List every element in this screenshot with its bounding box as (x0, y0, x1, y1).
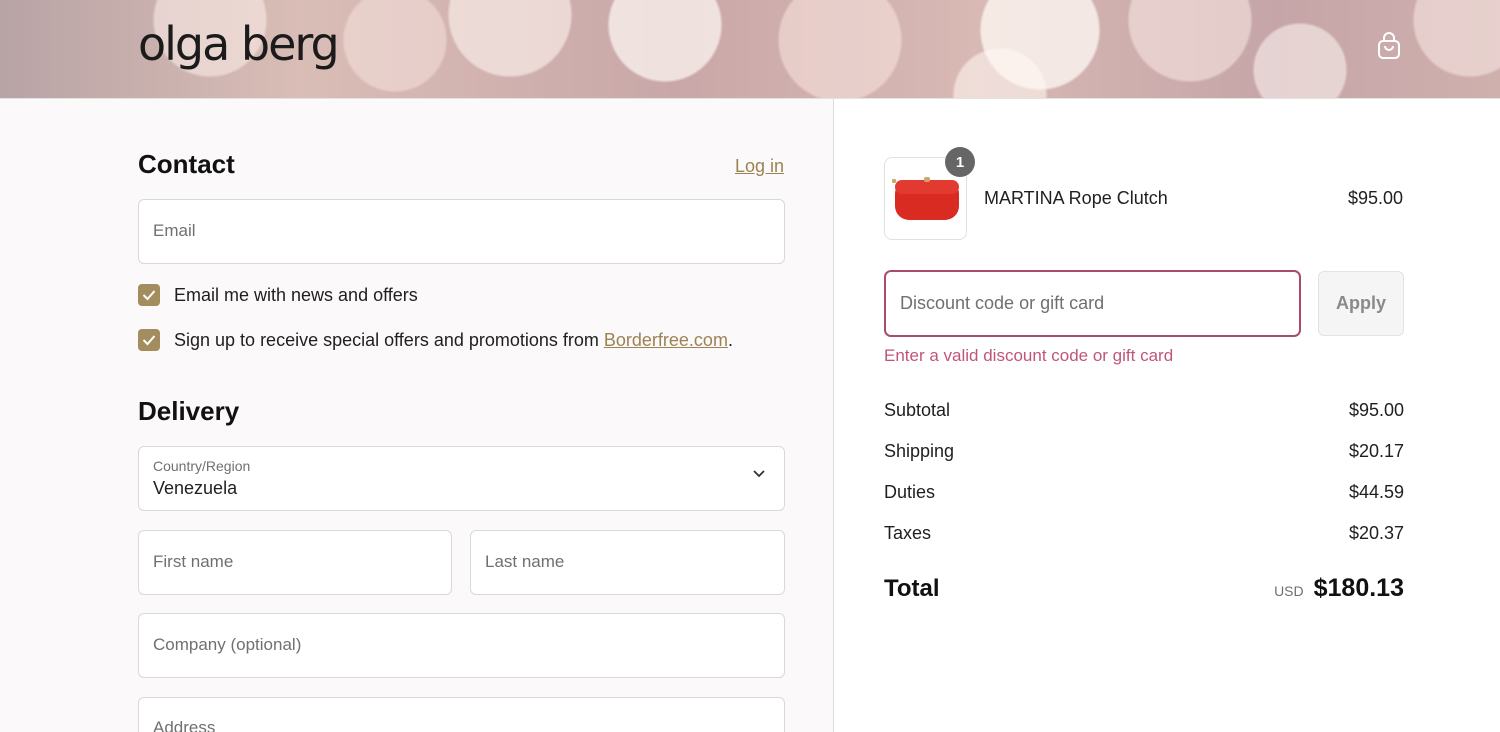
promo-label-end: . (727, 329, 733, 350)
login-link[interactable]: Log in (735, 156, 784, 177)
total-label: Total (884, 575, 940, 602)
contact-heading: Contact (138, 149, 235, 179)
discount-error-message: Enter a valid discount code or gift card (884, 346, 1174, 365)
summary-label: Shipping (884, 441, 955, 461)
summary-label: Taxes (884, 523, 932, 543)
red-clutch-image (891, 176, 959, 220)
summary-label: Duties (884, 482, 936, 502)
news-checkbox-row[interactable]: Email me with news and offers (138, 284, 418, 306)
checkout-form: Contact Log in Email Email me with news … (0, 99, 834, 732)
summary-row-subtotal: Subtotal $95.00 (884, 400, 1404, 421)
email-placeholder: Email (153, 221, 196, 240)
summary-value: $20.17 (1348, 441, 1404, 461)
product-name: MARTINA Rope Clutch (984, 188, 1168, 208)
checkmark-icon (142, 335, 156, 346)
country-value: Venezuela (153, 478, 238, 498)
total-value: $180.13 (1313, 574, 1404, 602)
last-name-placeholder: Last name (485, 552, 565, 571)
product-price: $95.00 (1347, 188, 1403, 208)
delivery-heading: Delivery (138, 396, 240, 426)
email-field[interactable]: Email (138, 199, 785, 264)
summary-row-shipping: Shipping $20.17 (884, 441, 1404, 462)
company-placeholder: Company (optional) (153, 635, 302, 654)
summary-label: Subtotal (884, 400, 951, 420)
promo-label-text: Sign up to receive special offers and pr… (174, 329, 604, 350)
address-placeholder: Address (153, 718, 216, 732)
discount-field[interactable] (884, 270, 1301, 337)
currency-code: USD (1274, 583, 1304, 599)
discount-input[interactable] (886, 272, 1299, 335)
summary-value: $20.37 (1348, 523, 1404, 543)
summary-row-duties: Duties $44.59 (884, 482, 1404, 503)
cart-button[interactable] (1374, 30, 1404, 62)
apply-button[interactable]: Apply (1318, 271, 1404, 336)
summary-row-taxes: Taxes $20.37 (884, 523, 1404, 544)
quantity-badge: 1 (945, 147, 975, 177)
country-label: Country/Region (153, 458, 251, 474)
first-name-placeholder: First name (153, 552, 234, 571)
total-row: Total USD $180.13 (884, 574, 1404, 603)
header-banner: olga berg (0, 0, 1500, 99)
news-checkbox[interactable] (138, 284, 160, 306)
chevron-down-icon (753, 470, 765, 478)
promo-checkbox-label: Sign up to receive special offers and pr… (174, 330, 733, 351)
promo-checkbox-row[interactable]: Sign up to receive special offers and pr… (138, 329, 733, 351)
order-summary: 1 MARTINA Rope Clutch $95.00 Apply Enter… (835, 99, 1500, 732)
first-name-field[interactable]: First name (138, 530, 452, 595)
country-select[interactable]: Country/Region Venezuela (138, 446, 785, 511)
shopping-bag-icon (1378, 32, 1400, 59)
checkmark-icon (142, 290, 156, 301)
borderfree-link[interactable]: Borderfree.com (604, 330, 728, 350)
promo-checkbox[interactable] (138, 329, 160, 351)
news-checkbox-label: Email me with news and offers (174, 284, 418, 305)
company-field[interactable]: Company (optional) (138, 613, 785, 678)
address-field[interactable]: Address (138, 697, 785, 732)
last-name-field[interactable]: Last name (470, 530, 785, 595)
brand-logo[interactable]: olga berg (138, 14, 340, 74)
summary-value: $95.00 (1348, 400, 1404, 420)
summary-value: $44.59 (1348, 482, 1404, 502)
